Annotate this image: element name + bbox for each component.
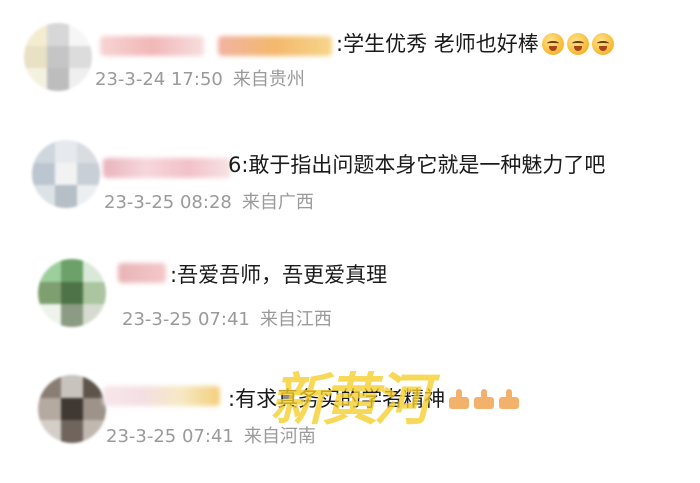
comment-text: :学生优秀 老师也好棒: [336, 31, 614, 57]
username-blurred[interactable]: [103, 158, 231, 178]
comment-date: 23-3-25 07:41: [106, 426, 234, 447]
scream-face-emoji-icon: [591, 33, 614, 55]
username-blurred[interactable]: [218, 36, 332, 56]
comment-meta: 23-3-24 17:50 来自贵州: [95, 69, 305, 91]
comment-date: 23-3-25 08:28: [104, 192, 232, 213]
comment-text-content: :学生优秀 老师也好棒: [336, 32, 539, 56]
avatar[interactable]: [38, 375, 106, 443]
comment-text: :吾爱吾师，吾更爱真理: [170, 262, 387, 288]
thumbs-up-emoji-icon: [473, 388, 495, 410]
comment-text: 6:敢于指出问题本身它就是一种魅力了吧: [228, 152, 605, 178]
comment-text-content: 6:敢于指出问题本身它就是一种魅力了吧: [228, 153, 606, 177]
thumbs-up-emoji-icon: [498, 388, 520, 410]
thumbs-up-emoji-icon: [448, 388, 470, 410]
avatar[interactable]: [32, 140, 100, 208]
avatar[interactable]: [24, 23, 92, 91]
username-blurred[interactable]: [103, 386, 220, 406]
avatar[interactable]: [38, 259, 106, 327]
username-blurred[interactable]: [100, 36, 204, 56]
comment-meta: 23-3-25 07:41 来自江西: [122, 309, 332, 331]
scream-face-emoji-icon: [541, 33, 564, 55]
username-blurred[interactable]: [118, 263, 166, 283]
watermark-logo: 新黄河: [266, 367, 440, 433]
comment-date: 23-3-24 17:50: [95, 69, 223, 90]
comment-location: 来自贵州: [232, 69, 305, 90]
comment-location: 来自江西: [259, 309, 332, 330]
scream-face-emoji-icon: [566, 33, 589, 55]
comment-location: 来自广西: [241, 192, 314, 213]
comment-meta: 23-3-25 08:28 来自广西: [104, 192, 314, 214]
comment-date: 23-3-25 07:41: [122, 309, 250, 330]
comment-text-content: :吾爱吾师，吾更爱真理: [170, 263, 388, 287]
